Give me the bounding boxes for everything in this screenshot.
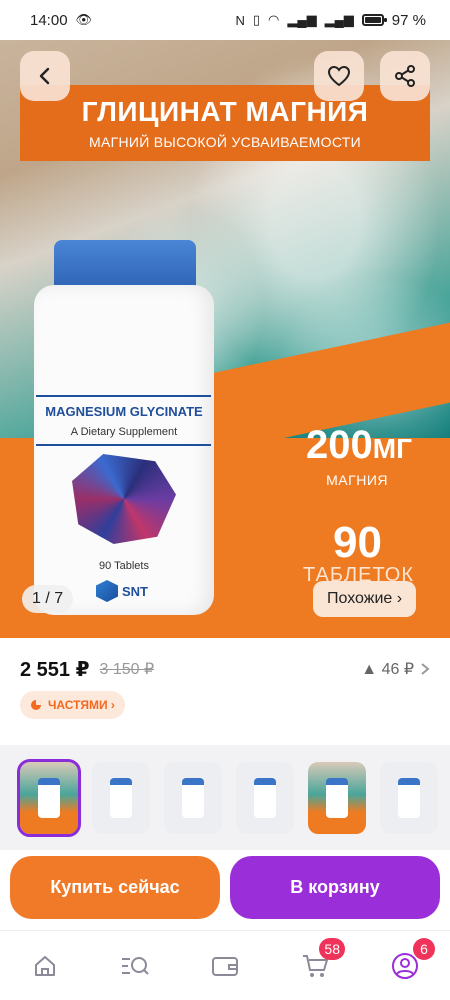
catalog-search-icon: [122, 956, 149, 975]
chevron-left-icon: [39, 67, 50, 85]
brand-logo: SNT: [96, 580, 148, 602]
bottom-navigation: 58 6: [0, 930, 450, 1000]
thumbnail-4[interactable]: [236, 762, 294, 834]
cashback-points[interactable]: ▲ 46 ₽: [361, 659, 430, 679]
cashback-value: ▲ 46 ₽: [361, 661, 414, 678]
label-divider: [36, 444, 211, 446]
thumbnail-bottle: [326, 778, 348, 818]
nav-profile[interactable]: 6: [385, 937, 435, 986]
signal-icon-2: ▂▄▆: [324, 12, 354, 27]
dosage-amount: 200МГ: [306, 423, 412, 468]
home-icon: [35, 955, 55, 976]
image-counter-current: 1: [32, 590, 41, 607]
label-divider: [36, 395, 211, 397]
add-to-cart-button[interactable]: В корзину: [230, 856, 440, 919]
battery-icon: [361, 14, 387, 26]
back-button[interactable]: [20, 51, 70, 101]
thumbnail-bottle: [254, 778, 276, 818]
thumbnail-bottle: [398, 778, 420, 818]
tablet-count: 90: [333, 518, 382, 567]
dosage-unit: МГ: [372, 433, 412, 464]
nfc-icon: N: [235, 12, 245, 28]
thumbnail-6[interactable]: [380, 762, 438, 834]
thumbnail-bottle: [110, 778, 132, 818]
thumbnail-2[interactable]: [92, 762, 150, 834]
share-button[interactable]: [380, 51, 430, 101]
bottle-cap: [54, 240, 196, 290]
current-price: 2 551 ₽: [20, 658, 90, 681]
nav-wallet[interactable]: [205, 946, 245, 986]
dosage-label: МАГНИЯ: [326, 472, 388, 488]
bottle-brand: MAGNESIUM GLYCINATE: [45, 404, 203, 419]
bottle-count: 90 Tablets: [99, 560, 149, 572]
pie-icon: [31, 700, 41, 710]
wifi-icon: ◠: [268, 12, 280, 27]
eye-icon: 👁: [75, 12, 93, 27]
heart-icon: [327, 65, 351, 87]
wallet-icon: [212, 956, 238, 976]
signal-icon: ▂▄▆: [287, 12, 317, 27]
similar-products-button[interactable]: Похожие ›: [313, 581, 417, 617]
chevron-right-icon: [421, 663, 430, 675]
nav-cart[interactable]: 58: [295, 937, 345, 986]
product-image-carousel[interactable]: ГЛИЦИНАТ МАГНИЯ МАГНИЙ ВЫСОКОЙ УСВАИВАЕМ…: [0, 40, 450, 638]
hero-subtitle: МАГНИЙ ВЫСОКОЙ УСВАИВАЕМОСТИ: [88, 134, 361, 150]
thumbnail-5[interactable]: [308, 762, 366, 834]
hero-banner: ГЛИЦИНАТ МАГНИЯ МАГНИЙ ВЫСОКОЙ УСВАИВАЕМ…: [20, 85, 430, 161]
battery-level: 97 %: [391, 11, 426, 29]
image-counter-total: / 7: [45, 590, 64, 607]
vibrate-icon: ▯: [252, 12, 261, 27]
bottle-description: A Dietary Supplement: [70, 426, 178, 438]
thumbnail-strip: [17, 759, 438, 837]
status-time: 14:00: [30, 11, 68, 29]
nav-home[interactable]: [25, 946, 65, 986]
image-counter: 1 / 7: [22, 585, 74, 613]
brand-logo-text: SNT: [122, 583, 148, 599]
old-price: 3 150 ₽: [99, 661, 155, 678]
price-row: 2 551 ₽ 3 150 ₽ ▲ 46 ₽: [20, 655, 430, 683]
nav-catalog[interactable]: [115, 946, 155, 986]
cube-logo-icon: [96, 580, 118, 602]
dosage-value: 200: [306, 423, 373, 467]
thumbnail-3[interactable]: [164, 762, 222, 834]
thumbnail-1[interactable]: [17, 759, 81, 837]
thumbnail-bottle: [182, 778, 204, 818]
purchase-actions: Купить сейчас В корзину: [10, 856, 440, 919]
share-icon: [395, 65, 415, 87]
installments-label: ЧАСТЯМИ ›: [48, 698, 115, 712]
installments-badge[interactable]: ЧАСТЯМИ ›: [20, 691, 125, 719]
buy-now-button[interactable]: Купить сейчас: [10, 856, 220, 919]
favorite-button[interactable]: [314, 51, 364, 101]
profile-badge: 6: [413, 937, 435, 960]
status-bar: 14:00 👁 N ▯ ◠ ▂▄▆ ▂▄▆ 97 %: [0, 0, 450, 40]
cart-badge: 58: [319, 937, 345, 960]
thumbnail-bottle: [38, 778, 60, 818]
